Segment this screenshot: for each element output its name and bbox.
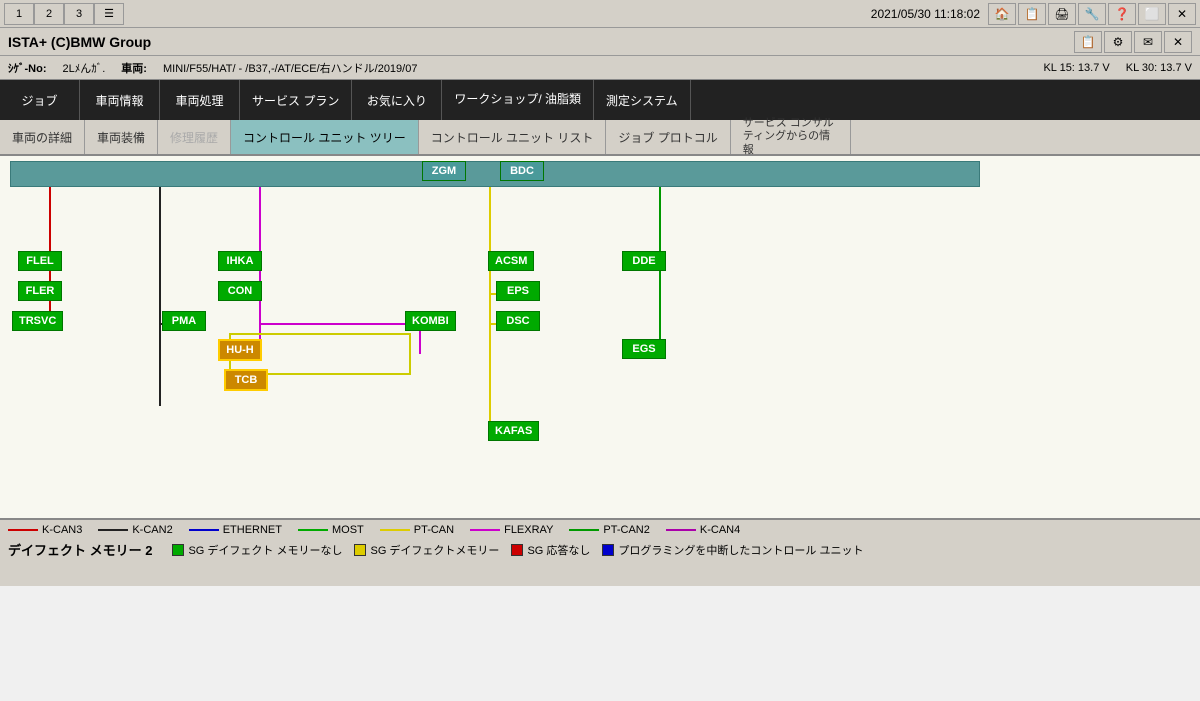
- node-acsm[interactable]: ACSM: [488, 251, 534, 271]
- legend-ptcan: PT-CAN: [380, 524, 454, 536]
- clipboard-icon[interactable]: 📋: [1018, 3, 1046, 25]
- node-egs[interactable]: EGS: [622, 339, 666, 359]
- kl15: KL 15: 13.7 V: [1043, 62, 1109, 74]
- nav-item-favorites[interactable]: お気に入り: [352, 80, 442, 120]
- node-zgm[interactable]: ZGM: [422, 161, 466, 181]
- sub-item-control-list[interactable]: コントロール ユニット リスト: [419, 120, 607, 154]
- legend-status: デイフェクト メモリー 2 SG デイフェクト メモリーなし SG デイフェクト…: [8, 540, 1192, 559]
- legend-kcan2: K-CAN2: [98, 524, 172, 536]
- main-content: ZGM BDC FLEL FLER TRSVC PMA IHKA CON HU-…: [0, 156, 1200, 586]
- wrench-icon[interactable]: 🔧: [1078, 3, 1106, 25]
- sub-item-control-tree[interactable]: コントロール ユニット ツリー: [231, 120, 419, 154]
- sub-nav: 車両の詳細 車両装備 修理履歴 コントロール ユニット ツリー コントロール ユ…: [0, 120, 1200, 156]
- legend-programming-interrupted: プログラミングを中断したコントロール ユニット: [602, 542, 863, 558]
- nav-item-vehicle-process[interactable]: 車両処理: [160, 80, 240, 120]
- node-ihka[interactable]: IHKA: [218, 251, 262, 271]
- home-icon[interactable]: 🏠: [988, 3, 1016, 25]
- node-tcb[interactable]: TCB: [224, 369, 268, 391]
- tab-2[interactable]: 2: [34, 3, 64, 25]
- case-value: 2Lﾒんｶﾞ.: [63, 60, 106, 76]
- node-kombi[interactable]: KOMBI: [405, 311, 456, 331]
- legend-no-defect: SG デイフェクト メモリーなし: [172, 542, 342, 558]
- legend-kcan3: K-CAN3: [8, 524, 82, 536]
- legend-flexray: FLEXRAY: [470, 524, 553, 536]
- title-icons: 📋 ⚙ ✉ ✕: [1074, 31, 1192, 53]
- nav-item-vehicle-info[interactable]: 車両情報: [80, 80, 160, 120]
- nav-item-job[interactable]: ジョブ: [0, 80, 80, 120]
- datetime: 2021/05/30 11:18:02: [871, 7, 980, 21]
- kl30: KL 30: 13.7 V: [1126, 62, 1192, 74]
- close-icon[interactable]: ✕: [1168, 3, 1196, 25]
- sub-item-consulting[interactable]: サービス コンサルティングからの情報: [731, 120, 851, 154]
- legend-ptcan2: PT-CAN2: [569, 524, 649, 536]
- legend-no-response: SG 応答なし: [511, 542, 590, 558]
- nav-menu: ジョブ 車両情報 車両処理 サービス プラン お気に入り ワークショップ/ 油脂…: [0, 80, 1200, 120]
- print-icon[interactable]: 🖨: [1048, 3, 1076, 25]
- top-bar: 1 2 3 ☰ 2021/05/30 11:18:02 🏠 📋 🖨 🔧 ❓ ⬜ …: [0, 0, 1200, 28]
- nav-item-service-plan[interactable]: サービス プラン: [240, 80, 352, 120]
- help-icon[interactable]: ❓: [1108, 3, 1136, 25]
- node-trsvc[interactable]: TRSVC: [12, 311, 63, 331]
- node-fler[interactable]: FLER: [18, 281, 62, 301]
- tab-3[interactable]: 3: [64, 3, 94, 25]
- legend-defect: SG デイフェクトメモリー: [354, 542, 499, 558]
- node-flel[interactable]: FLEL: [18, 251, 62, 271]
- node-con[interactable]: CON: [218, 281, 262, 301]
- title-bar: ISTA+ (C)BMW Group 📋 ⚙ ✉ ✕: [0, 28, 1200, 56]
- node-dsc[interactable]: DSC: [496, 311, 540, 331]
- legend-ethernet: ETHERNET: [189, 524, 282, 536]
- defect-title: デイフェクト メモリー 2: [8, 540, 152, 559]
- minimize-icon[interactable]: ⬜: [1138, 3, 1166, 25]
- node-hu-h[interactable]: HU-H: [218, 339, 262, 361]
- legend-most: MOST: [298, 524, 364, 536]
- app-title: ISTA+ (C)BMW Group: [8, 34, 151, 50]
- node-pma[interactable]: PMA: [162, 311, 206, 331]
- case-label: ｼｹﾞ-No:: [8, 60, 47, 76]
- node-eps[interactable]: EPS: [496, 281, 540, 301]
- kl-info: KL 15: 13.7 V KL 30: 13.7 V: [1043, 62, 1192, 74]
- node-bdc[interactable]: BDC: [500, 161, 544, 181]
- settings-icon[interactable]: ⚙: [1104, 31, 1132, 53]
- top-bus-bar: [10, 161, 980, 187]
- title-close-icon[interactable]: ✕: [1164, 31, 1192, 53]
- node-kafas[interactable]: KAFAS: [488, 421, 539, 441]
- car-label: 車両:: [121, 60, 147, 76]
- sub-item-repair-history: 修理履歴: [158, 120, 231, 154]
- sub-item-vehicle-detail[interactable]: 車両の詳細: [0, 120, 85, 154]
- top-icons: 🏠 📋 🖨 🔧 ❓ ⬜ ✕: [988, 3, 1196, 25]
- info-bar: ｼｹﾞ-No: 2Lﾒんｶﾞ. 車両: MINI/F55/HAT/ - /B37…: [0, 56, 1200, 80]
- sub-item-job-protocol[interactable]: ジョブ プロトコル: [606, 120, 730, 154]
- legend-bar: K-CAN3 K-CAN2 ETHERNET MOST PT-CAN FLEXR…: [0, 518, 1200, 586]
- car-value: MINI/F55/HAT/ - /B37,-/AT/ECE/右ハンドル/2019…: [163, 60, 418, 76]
- legend-kcan4: K-CAN4: [666, 524, 740, 536]
- nav-item-measurement[interactable]: 測定システム: [594, 80, 691, 120]
- tab-1[interactable]: 1: [4, 3, 34, 25]
- mail-icon[interactable]: ✉: [1134, 31, 1162, 53]
- nav-item-workshop[interactable]: ワークショップ/ 油脂類: [442, 80, 594, 120]
- sub-item-vehicle-equipment[interactable]: 車両装備: [85, 120, 158, 154]
- list-icon[interactable]: ☰: [94, 3, 124, 25]
- node-dde[interactable]: DDE: [622, 251, 666, 271]
- copy-icon[interactable]: 📋: [1074, 31, 1102, 53]
- legend-lines: K-CAN3 K-CAN2 ETHERNET MOST PT-CAN FLEXR…: [8, 524, 1192, 536]
